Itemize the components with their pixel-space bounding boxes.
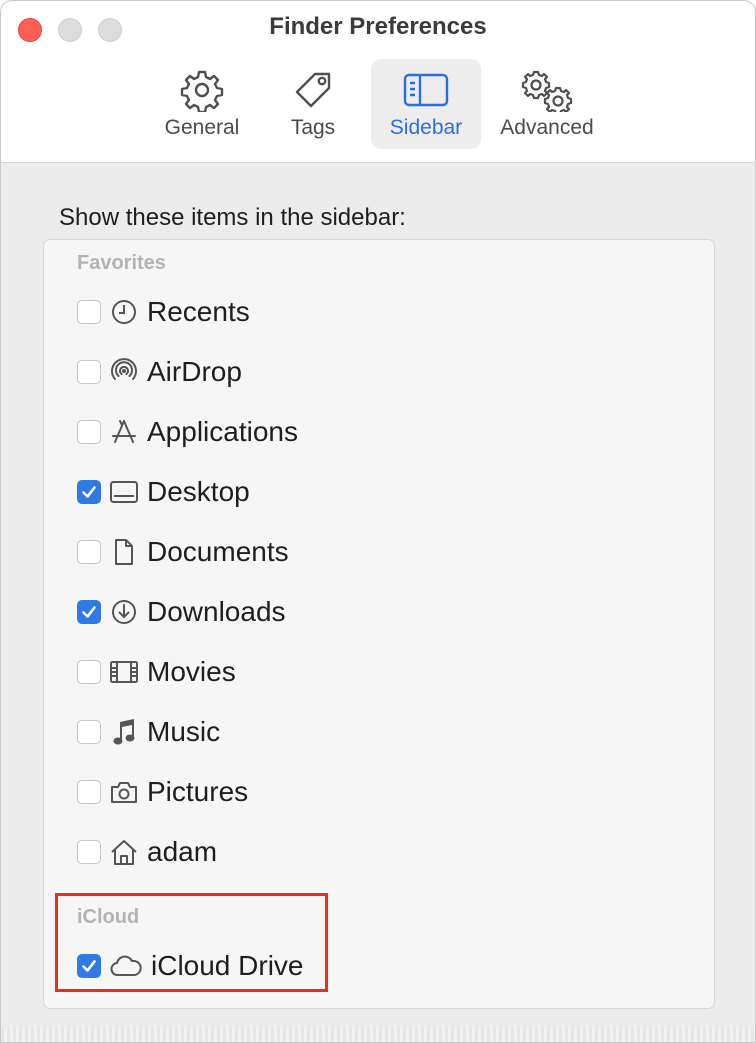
label-documents: Documents [147, 536, 289, 567]
label-movies: Movies [147, 656, 236, 687]
label-downloads: Downloads [147, 596, 286, 627]
window-bottom-edge [1, 1027, 755, 1042]
checkbox-desktop[interactable] [77, 480, 101, 504]
tab-general-label: General [164, 116, 240, 139]
window-title: Finder Preferences [269, 13, 487, 40]
document-icon [109, 537, 139, 567]
home-icon [109, 837, 139, 867]
titlebar: Finder Preferences General Tags Sidebar … [1, 1, 755, 163]
sidebar-option-home[interactable]: adam [77, 832, 217, 872]
label-recents: Recents [147, 296, 250, 327]
tag-icon [289, 67, 337, 113]
highlight-box [55, 893, 328, 992]
sidebar-option-applications[interactable]: Applications [77, 412, 298, 452]
label-home: adam [147, 836, 218, 867]
tab-tags-label: Tags [290, 116, 336, 139]
sidebar-option-movies[interactable]: Movies [77, 652, 236, 692]
sidebar-option-airdrop[interactable]: AirDrop [77, 352, 242, 392]
tab-advanced-label: Advanced [500, 116, 594, 139]
applications-icon [109, 417, 139, 447]
sidebar-option-documents[interactable]: Documents [77, 532, 289, 572]
music-note-icon [109, 717, 139, 747]
sidebar-option-recents[interactable]: Recents [77, 292, 250, 332]
sidebar-icon [402, 67, 450, 113]
label-pictures: Pictures [147, 776, 249, 807]
clock-icon [109, 297, 139, 327]
checkbox-pictures[interactable] [77, 780, 101, 804]
airdrop-icon [109, 357, 139, 387]
camera-icon [109, 777, 139, 807]
checkbox-applications[interactable] [77, 420, 101, 444]
checkbox-airdrop[interactable] [77, 360, 101, 384]
checkbox-documents[interactable] [77, 540, 101, 564]
sidebar-option-pictures[interactable]: Pictures [77, 772, 248, 812]
desktop-icon [109, 477, 139, 507]
label-music: Music [147, 716, 221, 747]
tab-general[interactable]: General [153, 59, 251, 149]
checkbox-movies[interactable] [77, 660, 101, 684]
label-applications: Applications [147, 416, 298, 447]
tab-sidebar-label: Sidebar [389, 116, 463, 139]
sidebar-option-music[interactable]: Music [77, 712, 220, 752]
tab-advanced[interactable]: Advanced [491, 59, 603, 149]
section-title-favorites: Favorites [77, 252, 166, 274]
gear-icon [180, 67, 224, 113]
film-icon [109, 657, 139, 687]
download-icon [109, 597, 139, 627]
tab-sidebar[interactable]: Sidebar [371, 59, 481, 149]
checkbox-recents[interactable] [77, 300, 101, 324]
label-airdrop: AirDrop [147, 356, 242, 387]
sidebar-option-downloads[interactable]: Downloads [77, 592, 286, 632]
gears-icon [519, 67, 575, 113]
checkbox-home[interactable] [77, 840, 101, 864]
finder-preferences-window: Finder Preferences General Tags Sidebar … [0, 0, 756, 1043]
sidebar-option-desktop[interactable]: Desktop [77, 472, 250, 512]
tab-tags[interactable]: Tags [273, 59, 353, 149]
checkbox-music[interactable] [77, 720, 101, 744]
sidebar-items-heading: Show these items in the sidebar: [59, 204, 406, 231]
label-desktop: Desktop [147, 476, 250, 507]
checkbox-downloads[interactable] [77, 600, 101, 624]
